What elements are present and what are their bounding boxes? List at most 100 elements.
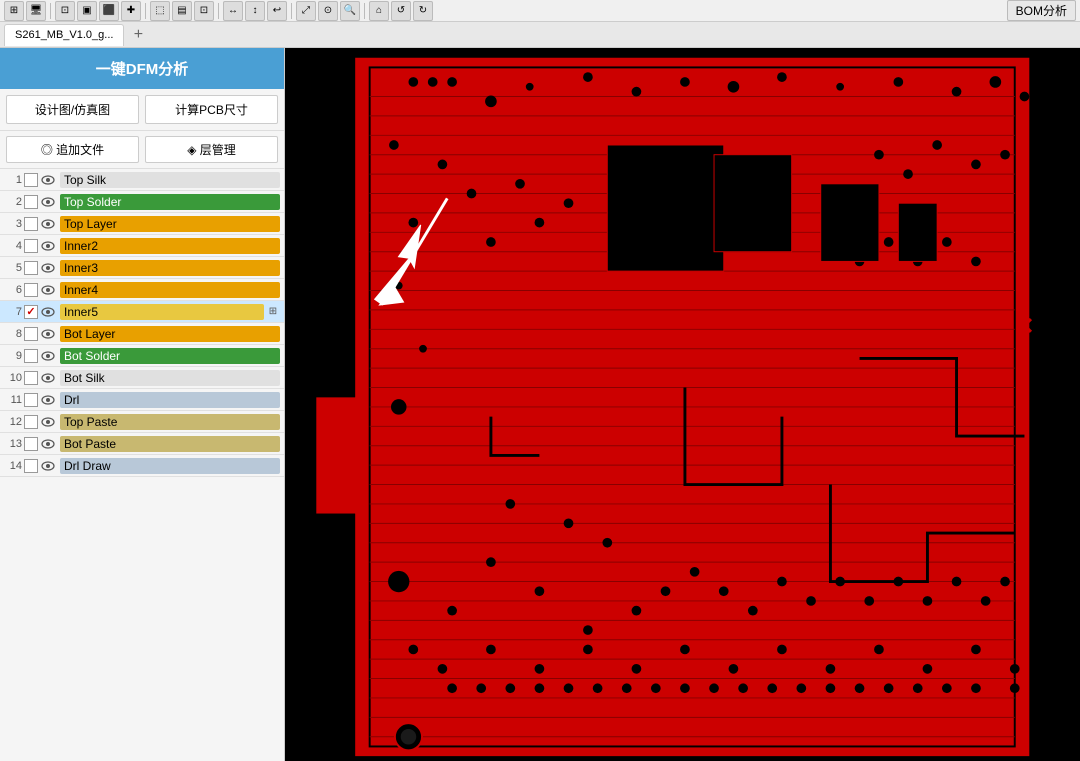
layer-checkbox[interactable]	[24, 459, 38, 473]
toolbar-icon-12[interactable]: ↩	[267, 1, 287, 21]
layer-name-label: Bot Solder	[60, 348, 280, 364]
layer-checkbox[interactable]	[24, 195, 38, 209]
layer-checkbox[interactable]	[24, 261, 38, 275]
layer-checkbox[interactable]	[24, 327, 38, 341]
layer-number: 1	[4, 174, 22, 186]
toolbar-icon-14[interactable]: ⊙	[318, 1, 338, 21]
layer-name-label: Bot Silk	[60, 370, 280, 386]
layer-name-label: Inner2	[60, 238, 280, 254]
layer-number: 10	[4, 372, 22, 384]
tab-add-button[interactable]: +	[128, 25, 148, 45]
layer-name-label: Drl Draw	[60, 458, 280, 474]
layer-list: 1Top Silk 2 Top Solder 3Top Layer 4 Inner2 5In…	[0, 169, 284, 761]
toolbar-icon-6[interactable]: ✚	[121, 1, 141, 21]
layer-toolbar: ◎ 追加文件 ◈ 层管理	[0, 131, 284, 169]
tab-bar: S261_MB_V1.0_g... +	[0, 22, 1080, 48]
layer-options-icon[interactable]: ⊞	[266, 305, 280, 319]
layer-checkbox[interactable]	[24, 371, 38, 385]
sidebar: 一键DFM分析 设计图/仿真图 计算PCB尺寸 ◎ 追加文件 ◈ 层管理 1To…	[0, 48, 285, 761]
toolbar-icon-9[interactable]: ⊡	[194, 1, 214, 21]
layer-checkbox[interactable]	[24, 349, 38, 363]
calc-pcb-button[interactable]: 计算PCB尺寸	[145, 95, 278, 124]
layer-number: 12	[4, 416, 22, 428]
toolbar-icon-13[interactable]: ⤢	[296, 1, 316, 21]
layer-visibility-icon[interactable]	[40, 238, 56, 254]
layer-checkbox[interactable]	[24, 393, 38, 407]
layer-row[interactable]: 13Bot Paste	[0, 433, 284, 455]
layer-row[interactable]: 2 Top Solder	[0, 191, 284, 213]
layer-visibility-icon[interactable]	[40, 260, 56, 276]
layer-checkbox[interactable]	[24, 415, 38, 429]
toolbar-icon-18[interactable]: ↻	[413, 1, 433, 21]
layer-mgmt-button[interactable]: ◈ 层管理	[145, 136, 278, 163]
layer-row[interactable]: 11 Drl	[0, 389, 284, 411]
layer-name-label: Bot Paste	[60, 436, 280, 452]
layer-row[interactable]: 5Inner3	[0, 257, 284, 279]
separator-4	[291, 3, 292, 19]
layer-visibility-icon[interactable]	[40, 216, 56, 232]
toolbar-icon-15[interactable]: 🔍	[340, 1, 360, 21]
layer-name-label: Top Paste	[60, 414, 280, 430]
toolbar-icon-10[interactable]: ↔	[223, 1, 243, 21]
layer-number: 11	[4, 394, 22, 406]
layer-row[interactable]: 7✓Inner5⊞	[0, 301, 284, 323]
layer-visibility-icon[interactable]	[40, 304, 56, 320]
layer-row[interactable]: 9 Bot Solder	[0, 345, 284, 367]
layer-number: 9	[4, 350, 22, 362]
toolbar-icon-3[interactable]: ⊡	[55, 1, 75, 21]
layer-visibility-icon[interactable]	[40, 348, 56, 364]
toolbar-icon-16[interactable]: ⌂	[369, 1, 389, 21]
layer-row[interactable]: 3Top Layer	[0, 213, 284, 235]
pcb-canvas[interactable]: ✕	[285, 48, 1080, 761]
layer-number: 7	[4, 306, 22, 318]
toolbar-icon-17[interactable]: ↺	[391, 1, 411, 21]
toolbar-icon-8[interactable]: ▤	[172, 1, 192, 21]
layer-number: 6	[4, 284, 22, 296]
toolbar-icon-2[interactable]: 🖥	[26, 1, 46, 21]
layer-visibility-icon[interactable]	[40, 326, 56, 342]
layer-number: 4	[4, 240, 22, 252]
layer-row[interactable]: 10 Bot Silk	[0, 367, 284, 389]
layer-name-label: Drl	[60, 392, 280, 408]
layer-visibility-icon[interactable]	[40, 414, 56, 430]
dfm-button[interactable]: 一键DFM分析	[0, 48, 284, 89]
layer-name-label: Top Solder	[60, 194, 280, 210]
layer-number: 5	[4, 262, 22, 274]
add-file-button[interactable]: ◎ 追加文件	[6, 136, 139, 163]
layer-visibility-icon[interactable]	[40, 172, 56, 188]
separator-3	[218, 3, 219, 19]
layer-visibility-icon[interactable]	[40, 282, 56, 298]
layer-visibility-icon[interactable]	[40, 436, 56, 452]
separator-1	[50, 3, 51, 19]
layer-row[interactable]: 14 Drl Draw	[0, 455, 284, 477]
design-view-button[interactable]: 设计图/仿真图	[6, 95, 139, 124]
layer-number: 14	[4, 460, 22, 472]
toolbar-icon-1[interactable]: ⊞	[4, 1, 24, 21]
layer-visibility-icon[interactable]	[40, 458, 56, 474]
layer-checkbox[interactable]: ✓	[24, 305, 38, 319]
action-row: 设计图/仿真图 计算PCB尺寸	[0, 89, 284, 131]
toolbar-icon-11[interactable]: ↕	[245, 1, 265, 21]
layer-visibility-icon[interactable]	[40, 194, 56, 210]
layer-visibility-icon[interactable]	[40, 392, 56, 408]
layer-row[interactable]: 12 Top Paste	[0, 411, 284, 433]
layer-number: 2	[4, 196, 22, 208]
layer-checkbox[interactable]	[24, 239, 38, 253]
bom-button[interactable]: BOM分析	[1007, 0, 1076, 21]
layer-checkbox[interactable]	[24, 283, 38, 297]
layer-name-label: Top Layer	[60, 216, 280, 232]
tab-pcb[interactable]: S261_MB_V1.0_g...	[4, 24, 124, 46]
toolbar-icon-4[interactable]: ▣	[77, 1, 97, 21]
layer-checkbox[interactable]	[24, 173, 38, 187]
layer-row[interactable]: 1Top Silk	[0, 169, 284, 191]
layer-row[interactable]: 4 Inner2	[0, 235, 284, 257]
layer-row[interactable]: 8Bot Layer	[0, 323, 284, 345]
layer-checkbox[interactable]	[24, 437, 38, 451]
toolbar-icon-5[interactable]: ⬛	[99, 1, 119, 21]
layer-row[interactable]: 6Inner4	[0, 279, 284, 301]
layer-checkbox[interactable]	[24, 217, 38, 231]
toolbar-icon-7[interactable]: ⬚	[150, 1, 170, 21]
layer-visibility-icon[interactable]	[40, 370, 56, 386]
separator-2	[145, 3, 146, 19]
layer-name-label: Bot Layer	[60, 326, 280, 342]
